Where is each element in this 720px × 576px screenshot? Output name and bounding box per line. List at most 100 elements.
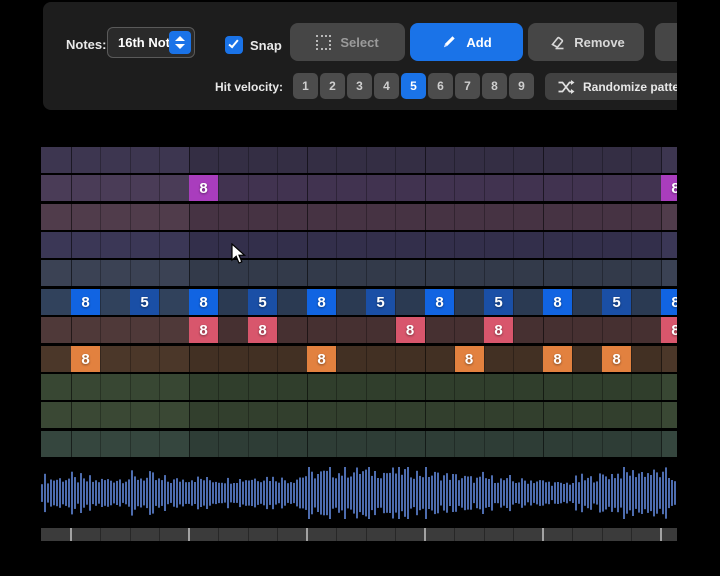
grid-cell[interactable] <box>41 431 71 457</box>
grid-cell[interactable] <box>425 204 455 230</box>
grid-cell[interactable] <box>631 402 661 428</box>
note-cell-red[interactable]: 8 <box>248 317 277 343</box>
note-cell-orange[interactable]: 8 <box>455 346 484 372</box>
grid-cell[interactable] <box>41 317 71 343</box>
grid-cell[interactable] <box>159 260 189 286</box>
grid-cell[interactable] <box>425 402 455 428</box>
grid-cell[interactable] <box>366 204 396 230</box>
grid-cell[interactable] <box>602 232 632 258</box>
beat-ruler[interactable] <box>41 528 677 541</box>
velocity-button-6[interactable]: 6 <box>428 73 453 99</box>
grid-cell[interactable] <box>130 175 160 201</box>
grid-cell[interactable] <box>336 232 366 258</box>
grid-cell[interactable] <box>159 147 189 173</box>
grid-cell[interactable] <box>572 317 602 343</box>
grid-cell[interactable] <box>543 175 573 201</box>
grid-cell[interactable] <box>631 147 661 173</box>
grid-cell[interactable] <box>248 232 278 258</box>
grid-cell[interactable] <box>189 374 219 400</box>
grid-cell[interactable] <box>631 317 661 343</box>
grid-row-9[interactable] <box>41 402 677 428</box>
grid-cell[interactable] <box>425 374 455 400</box>
note-cell-orange[interactable]: 8 <box>602 346 631 372</box>
grid-cell[interactable] <box>159 204 189 230</box>
note-length-dropdown[interactable]: 16th Note <box>107 27 195 58</box>
grid-cell[interactable] <box>71 232 101 258</box>
grid-cell[interactable] <box>454 260 484 286</box>
grid-cell[interactable] <box>631 374 661 400</box>
velocity-button-9[interactable]: 9 <box>509 73 534 99</box>
grid-cell[interactable] <box>395 232 425 258</box>
grid-cell[interactable] <box>395 402 425 428</box>
grid-cell[interactable] <box>130 431 160 457</box>
grid-cell[interactable] <box>454 317 484 343</box>
grid-cell[interactable] <box>71 260 101 286</box>
grid-cell[interactable] <box>543 374 573 400</box>
grid-cell[interactable] <box>543 317 573 343</box>
grid-cell[interactable] <box>631 204 661 230</box>
grid-cell[interactable] <box>41 402 71 428</box>
velocity-button-5[interactable]: 5 <box>401 73 426 99</box>
grid-row-7[interactable] <box>41 346 677 372</box>
grid-cell[interactable] <box>159 289 189 315</box>
grid-cell[interactable] <box>218 147 248 173</box>
note-cell-blue5[interactable]: 5 <box>484 289 513 315</box>
grid-cell[interactable] <box>41 147 71 173</box>
grid-cell[interactable] <box>484 374 514 400</box>
grid-cell[interactable] <box>100 402 130 428</box>
grid-cell[interactable] <box>572 346 602 372</box>
grid-cell[interactable] <box>543 147 573 173</box>
grid-cell[interactable] <box>218 346 248 372</box>
grid-row-2[interactable] <box>41 204 677 230</box>
grid-cell[interactable] <box>572 289 602 315</box>
grid-cell[interactable] <box>454 175 484 201</box>
grid-cell[interactable] <box>307 317 337 343</box>
grid-cell[interactable] <box>366 346 396 372</box>
grid-cell[interactable] <box>130 346 160 372</box>
grid-cell[interactable] <box>307 260 337 286</box>
grid-cell[interactable] <box>336 260 366 286</box>
grid-cell[interactable] <box>218 317 248 343</box>
grid-row-3[interactable] <box>41 232 677 258</box>
snap-checkbox[interactable] <box>225 36 243 54</box>
grid-cell[interactable] <box>602 175 632 201</box>
grid-cell[interactable] <box>100 204 130 230</box>
grid-cell[interactable] <box>71 317 101 343</box>
grid-cell[interactable] <box>277 289 307 315</box>
grid-cell[interactable] <box>631 289 661 315</box>
grid-cell[interactable] <box>454 402 484 428</box>
grid-cell[interactable] <box>395 147 425 173</box>
grid-cell[interactable] <box>277 317 307 343</box>
note-cell-blue8[interactable]: 8 <box>71 289 100 315</box>
note-cell-orange[interactable]: 8 <box>307 346 336 372</box>
grid-cell[interactable] <box>602 431 632 457</box>
velocity-button-3[interactable]: 3 <box>347 73 372 99</box>
grid-cell[interactable] <box>277 147 307 173</box>
grid-row-4[interactable] <box>41 260 677 286</box>
grid-cell[interactable] <box>336 431 366 457</box>
grid-cell[interactable] <box>395 346 425 372</box>
grid-cell[interactable] <box>543 260 573 286</box>
grid-cell[interactable] <box>336 346 366 372</box>
grid-cell[interactable] <box>100 232 130 258</box>
grid-cell[interactable] <box>572 232 602 258</box>
grid-cell[interactable] <box>336 175 366 201</box>
grid-cell[interactable] <box>395 289 425 315</box>
grid-cell[interactable] <box>41 260 71 286</box>
grid-cell[interactable] <box>513 431 543 457</box>
grid-cell[interactable] <box>307 147 337 173</box>
grid-cell[interactable] <box>41 374 71 400</box>
note-cell-blue5[interactable]: 5 <box>602 289 631 315</box>
grid-cell[interactable] <box>218 402 248 428</box>
grid-cell[interactable] <box>336 402 366 428</box>
grid-cell[interactable] <box>130 260 160 286</box>
grid-row-10[interactable] <box>41 431 677 457</box>
grid-cell[interactable] <box>100 260 130 286</box>
grid-cell[interactable] <box>513 204 543 230</box>
grid-cell[interactable] <box>307 232 337 258</box>
grid-row-1[interactable] <box>41 175 677 201</box>
grid-cell[interactable] <box>513 260 543 286</box>
grid-cell[interactable] <box>277 175 307 201</box>
grid-cell[interactable] <box>395 204 425 230</box>
grid-cell[interactable] <box>484 402 514 428</box>
